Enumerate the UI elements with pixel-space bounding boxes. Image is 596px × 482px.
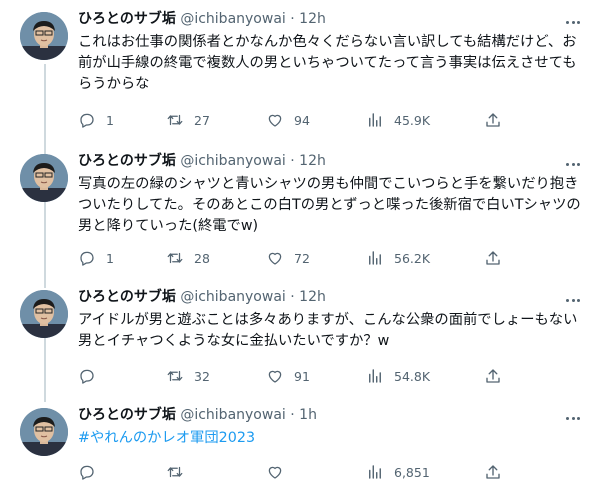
user-handle[interactable]: @ichibanyowai xyxy=(180,407,285,423)
views-count: 45.9K xyxy=(394,112,431,128)
separator: · xyxy=(290,11,295,27)
display-name[interactable]: ひろとのサブ垢 xyxy=(78,289,176,305)
share-button[interactable] xyxy=(484,462,512,482)
views-button[interactable]: 56.2K xyxy=(366,248,430,268)
tweet-text: 写真の左の緑のシャツと青いシャツの男も仲間でこいつらと手を繋いだり抱きついたりし… xyxy=(78,174,586,237)
share-icon xyxy=(486,465,500,479)
more-icon[interactable] xyxy=(560,408,586,428)
retweet-icon xyxy=(167,370,183,382)
avatar[interactable] xyxy=(20,408,68,456)
like-button[interactable]: 72 xyxy=(266,248,310,268)
tweet-text: #やれんのかレオ軍団2023 xyxy=(78,428,586,449)
like-button[interactable]: 91 xyxy=(266,366,310,386)
separator: · xyxy=(290,153,295,169)
action-bar: 6,851 xyxy=(78,462,508,482)
retweet-icon xyxy=(167,114,183,126)
timestamp[interactable]: 12h xyxy=(299,289,326,305)
tweet-header: ひろとのサブ垢 @ichibanyowai · 12h xyxy=(78,10,326,28)
reply-count: 1 xyxy=(106,250,114,266)
share-icon xyxy=(486,251,500,265)
timestamp[interactable]: 12h xyxy=(299,153,326,169)
retweet-count: 27 xyxy=(194,112,210,128)
like-icon xyxy=(268,114,282,127)
views-icon xyxy=(369,113,381,127)
reply-icon xyxy=(80,369,94,384)
views-icon xyxy=(369,465,381,479)
share-button[interactable] xyxy=(484,110,512,130)
more-icon[interactable] xyxy=(560,154,586,174)
reply-icon xyxy=(80,113,94,128)
reply-icon xyxy=(80,465,94,480)
reply-button[interactable]: 1 xyxy=(78,248,114,268)
like-button[interactable] xyxy=(266,462,294,482)
like-icon xyxy=(268,370,282,383)
retweet-button[interactable]: 28 xyxy=(166,248,210,268)
views-button[interactable]: 45.9K xyxy=(366,110,430,130)
separator: · xyxy=(290,407,295,423)
reply-button[interactable] xyxy=(78,462,106,482)
tweet[interactable]: ひろとのサブ垢 @ichibanyowai · 12h アイドルが男と遊ぶことは… xyxy=(0,278,596,402)
retweet-button[interactable]: 32 xyxy=(166,366,210,386)
retweet-button[interactable]: 27 xyxy=(166,110,210,130)
timestamp[interactable]: 1h xyxy=(299,407,317,423)
share-button[interactable] xyxy=(484,366,512,386)
views-icon xyxy=(369,369,381,383)
retweet-button[interactable] xyxy=(166,462,194,482)
share-button[interactable] xyxy=(484,248,512,268)
tweet-paragraph: アイドルが男と遊ぶことは多々ありますが、こんな公衆の面前でしょーもない男とイチャ… xyxy=(78,312,578,349)
more-icon[interactable] xyxy=(560,12,586,32)
tweet-text: これはお仕事の関係者とかなんか色々くだらない言い訳しても結構だけど、お前が山手線… xyxy=(78,32,586,95)
views-count: 56.2K xyxy=(394,250,431,266)
action-bar: 1 27 94 45.9K xyxy=(78,110,508,130)
action-bar: 32 91 54.8K xyxy=(78,366,508,386)
views-button[interactable]: 54.8K xyxy=(366,366,430,386)
views-button[interactable]: 6,851 xyxy=(366,462,430,482)
tweet-paragraph: 写真の左の緑のシャツと青いシャツの男も仲間でこいつらと手を繋いだり抱きついたりし… xyxy=(78,176,581,234)
action-bar: 1 28 72 56.2K xyxy=(78,248,508,268)
tweet-header: ひろとのサブ垢 @ichibanyowai · 1h xyxy=(78,406,317,424)
like-count: 91 xyxy=(294,368,310,384)
like-icon xyxy=(268,466,282,479)
like-count: 94 xyxy=(294,112,310,128)
user-handle[interactable]: @ichibanyowai xyxy=(180,153,285,169)
user-handle[interactable]: @ichibanyowai xyxy=(180,11,285,27)
display-name[interactable]: ひろとのサブ垢 xyxy=(78,11,176,27)
reply-count: 1 xyxy=(106,112,114,128)
reply-button[interactable]: 1 xyxy=(78,110,114,130)
more-icon[interactable] xyxy=(560,290,586,310)
like-icon xyxy=(268,252,282,265)
tweet[interactable]: ひろとのサブ垢 @ichibanyowai · 12h これはお仕事の関係者とか… xyxy=(0,0,596,146)
tweet-header: ひろとのサブ垢 @ichibanyowai · 12h xyxy=(78,288,326,306)
display-name[interactable]: ひろとのサブ垢 xyxy=(78,153,176,169)
separator: · xyxy=(290,289,295,305)
like-count: 72 xyxy=(294,250,310,266)
tweet-text: アイドルが男と遊ぶことは多々ありますが、こんな公衆の面前でしょーもない男とイチャ… xyxy=(78,310,586,352)
retweet-icon xyxy=(167,466,183,478)
avatar[interactable] xyxy=(20,12,68,60)
timestamp[interactable]: 12h xyxy=(299,11,326,27)
views-count: 6,851 xyxy=(394,464,430,480)
retweet-count: 28 xyxy=(194,250,210,266)
views-icon xyxy=(369,251,381,265)
views-count: 54.8K xyxy=(394,368,431,384)
retweet-icon xyxy=(167,252,183,264)
tweet-paragraph: これはお仕事の関係者とかなんか色々くだらない言い訳しても結構だけど、お前が山手線… xyxy=(78,34,577,92)
avatar[interactable] xyxy=(20,290,68,338)
avatar[interactable] xyxy=(20,154,68,202)
tweet[interactable]: ひろとのサブ垢 @ichibanyowai · 12h 写真の左の緑のシャツと青… xyxy=(0,142,596,288)
like-button[interactable]: 94 xyxy=(266,110,310,130)
user-handle[interactable]: @ichibanyowai xyxy=(180,289,285,305)
reply-icon xyxy=(80,251,94,266)
reply-button[interactable] xyxy=(78,366,106,386)
share-icon xyxy=(486,113,500,127)
share-icon xyxy=(486,369,500,383)
hashtag-link[interactable]: #やれんのかレオ軍団2023 xyxy=(78,428,586,449)
display-name[interactable]: ひろとのサブ垢 xyxy=(78,407,176,423)
tweet-header: ひろとのサブ垢 @ichibanyowai · 12h xyxy=(78,152,326,170)
tweet[interactable]: ひろとのサブ垢 @ichibanyowai · 1h #やれんのかレオ軍団202… xyxy=(0,396,596,480)
retweet-count: 32 xyxy=(194,368,210,384)
